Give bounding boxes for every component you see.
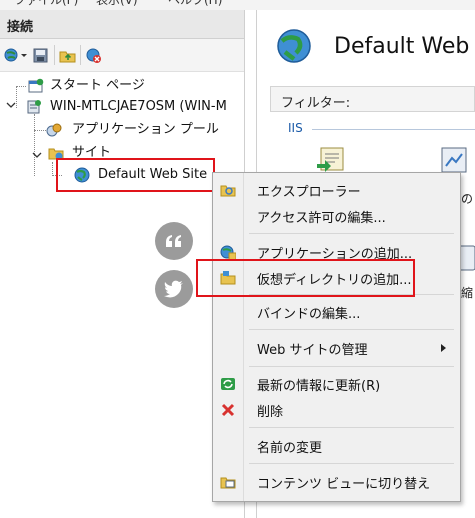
explorer-icon <box>220 185 236 197</box>
connect-icon[interactable] <box>4 47 21 64</box>
feature-label-partial: の <box>461 192 474 206</box>
connections-toolbar <box>0 39 244 72</box>
iis-group-label: IIS <box>288 121 303 135</box>
delete-icon <box>221 403 235 417</box>
context-menu: エクスプローラー アクセス許可の編集... アプリケーションの追加... 仮想デ… <box>212 172 461 502</box>
menu-item-explorer[interactable]: エクスプローラー <box>213 177 460 203</box>
tree-label-app-pools: アプリケーション プール <box>72 122 219 137</box>
menu-file[interactable]: ファイル(F) <box>14 0 78 8</box>
menu-help[interactable]: ヘルプ(H) <box>168 0 222 8</box>
menu-item-edit-bindings[interactable]: バインドの編集... <box>213 299 460 325</box>
add-application-icon <box>220 245 236 260</box>
twitter-share-button[interactable] <box>155 270 193 308</box>
menu-item-switch-content-view[interactable]: コンテンツ ビューに切り替え <box>213 469 460 495</box>
page-title: Default Web S <box>334 34 475 59</box>
twitter-bird-icon <box>164 280 183 298</box>
app-pools-icon <box>46 123 62 137</box>
quote-share-button[interactable] <box>155 222 193 260</box>
globe-icon <box>277 29 311 63</box>
highlight-box-site <box>56 158 215 192</box>
start-page-icon <box>28 78 44 93</box>
connections-title: 接続 <box>7 20 34 35</box>
menu-view[interactable]: 表示(V) <box>96 0 138 8</box>
quote-icon <box>166 235 181 247</box>
content-view-icon <box>220 477 236 489</box>
menu-item-manage-website[interactable]: Web サイトの管理 <box>213 335 460 361</box>
submenu-arrow-icon <box>441 344 446 352</box>
feature-label-partial: 縮 <box>461 286 474 300</box>
collapse-chevron-icon[interactable] <box>32 150 42 160</box>
highlight-box-virtual-directory <box>196 259 415 297</box>
tree-label-start-page: スタート ページ <box>50 78 145 93</box>
tree-label-server: WIN-MTLCJAE7OSM (WIN-M <box>50 99 227 114</box>
disconnect-icon[interactable] <box>85 47 102 64</box>
group-divider <box>312 129 475 130</box>
save-icon[interactable] <box>32 47 49 64</box>
tree-item-server[interactable]: WIN-MTLCJAE7OSM (WIN-M <box>26 97 244 117</box>
refresh-icon <box>221 378 235 390</box>
collapse-chevron-icon[interactable] <box>6 100 16 110</box>
up-folder-icon[interactable] <box>59 47 76 64</box>
connections-header: 接続 <box>0 10 244 39</box>
menu-item-rename[interactable]: 名前の変更 <box>213 433 460 459</box>
filter-label: フィルター: <box>281 96 351 111</box>
menu-item-edit-permissions[interactable]: アクセス許可の編集... <box>213 203 460 229</box>
chevron-down-icon[interactable] <box>20 47 28 64</box>
menu-item-refresh[interactable]: 最新の情報に更新(R) <box>213 371 460 397</box>
menu-bar: ファイル(F) 表示(V) ヘルプ(H) <box>0 0 475 10</box>
filter-bar: フィルター: <box>270 86 475 112</box>
menu-item-delete[interactable]: 削除 <box>213 397 460 423</box>
server-icon <box>27 100 41 114</box>
